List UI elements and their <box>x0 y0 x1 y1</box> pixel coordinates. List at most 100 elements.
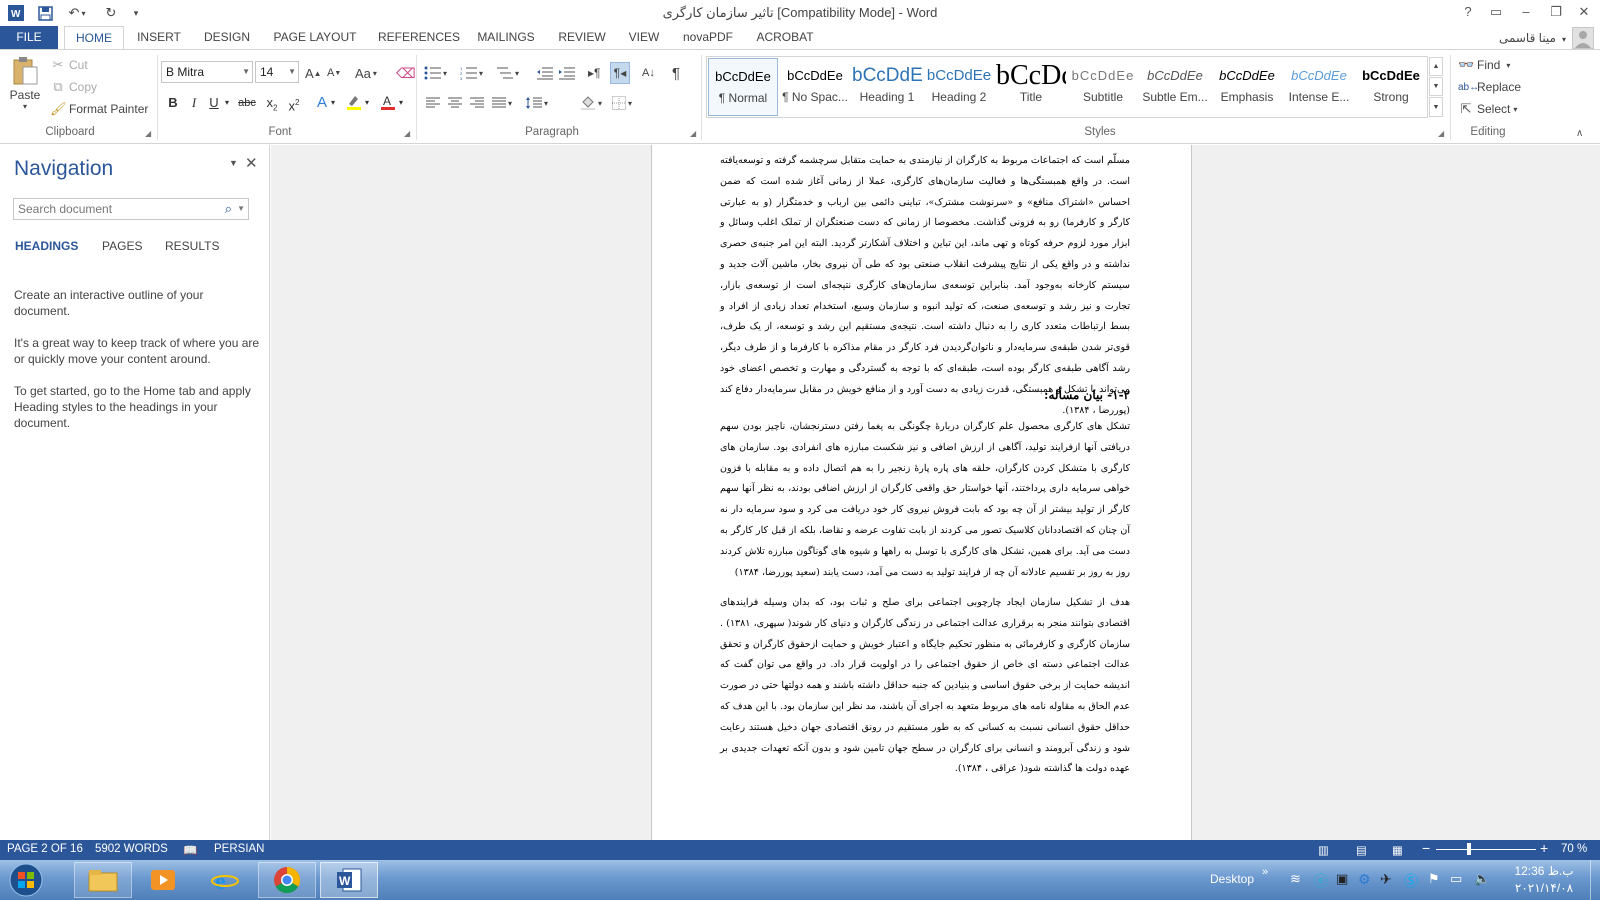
toolbar-expand-icon[interactable]: » <box>1262 866 1268 878</box>
proofing-icon[interactable]: 📖 <box>183 843 197 857</box>
web-layout-icon[interactable]: ▦ <box>1392 843 1403 857</box>
language[interactable]: PERSIAN <box>214 843 265 855</box>
italic-icon[interactable]: I <box>184 93 204 113</box>
tab-headings[interactable]: HEADINGS <box>15 239 78 253</box>
align-left-icon[interactable] <box>426 95 444 111</box>
strikethrough-icon[interactable]: abc <box>236 93 258 113</box>
font-color-icon[interactable]: A <box>378 93 398 113</box>
clock-time[interactable]: 12:36 ب.ظ <box>1500 864 1588 878</box>
tray-display-icon[interactable]: ▭ <box>1450 871 1462 887</box>
tray-volume-icon[interactable]: 🔈 <box>1474 871 1490 887</box>
zoom-level[interactable]: 70 % <box>1561 843 1587 855</box>
help-button[interactable]: ? <box>1456 2 1480 22</box>
desktop-toolbar-label[interactable]: Desktop <box>1210 872 1254 886</box>
zoom-in-icon[interactable]: + <box>1540 840 1548 856</box>
underline-dropdown-icon[interactable]: ▾ <box>222 93 232 113</box>
document-paragraph[interactable]: تشکل های کارگری محصول علم کارگران دربارۀ… <box>720 417 1130 583</box>
font-dialog-launcher-icon[interactable]: ◢ <box>404 129 410 138</box>
replace-button[interactable]: ab↔ Replace <box>1458 78 1521 96</box>
styles-more-icon[interactable]: ▼ <box>1429 97 1443 117</box>
media-player-icon[interactable] <box>134 862 192 898</box>
tray-monitor-icon[interactable]: ▣ <box>1336 871 1348 887</box>
align-right-icon[interactable] <box>470 95 488 111</box>
sort-icon[interactable]: A↓ <box>642 64 660 82</box>
word-count[interactable]: 5902 WORDS <box>95 843 168 855</box>
shrink-font-icon[interactable]: A ▼ <box>327 64 345 82</box>
tab-references[interactable]: REFERENCES <box>374 26 464 49</box>
tab-pages[interactable]: PAGES <box>102 239 142 253</box>
change-case-icon[interactable]: Aa ▾ <box>355 64 385 82</box>
close-icon[interactable]: ✕ <box>245 154 258 172</box>
nav-options-icon[interactable]: ▼ <box>229 158 238 168</box>
search-icon[interactable]: ⌕ <box>225 199 232 219</box>
tab-page-layout[interactable]: PAGE LAYOUT <box>268 26 362 49</box>
tab-design[interactable]: DESIGN <box>198 26 256 49</box>
clock-date[interactable]: ۲۰۲۱/۱۴/۰۸ <box>1500 881 1588 895</box>
font-name-combo[interactable]: B Mitra ▼ <box>161 61 253 83</box>
tray-skype-icon[interactable]: Ⓢ <box>1404 871 1418 891</box>
close-button[interactable]: ✕ <box>1572 2 1596 22</box>
clear-formatting-icon[interactable]: ⌫ <box>396 64 416 82</box>
copy-button[interactable]: ⧉ Copy <box>50 78 97 96</box>
justify-icon[interactable]: ▾ <box>492 95 518 111</box>
align-center-icon[interactable] <box>448 95 466 111</box>
superscript-icon[interactable]: x2 <box>284 93 304 113</box>
tray-network-icon[interactable]: ≋ <box>1290 871 1301 887</box>
rtl-direction-icon[interactable]: ¶◂ <box>610 62 630 84</box>
document-page[interactable]: مسلّم است که اجتماعات مربوط به کارگران ا… <box>651 145 1192 840</box>
ribbon-display-options-button[interactable]: ▭ <box>1484 2 1508 22</box>
font-size-combo[interactable]: 14 ▼ <box>255 61 299 83</box>
tray-tool-icon[interactable]: ✈ <box>1380 871 1392 888</box>
search-input[interactable]: Search document ⌕ ▼ <box>13 198 249 220</box>
tab-novapdf[interactable]: novaPDF <box>676 26 740 49</box>
tray-flag-icon[interactable]: ⚑ <box>1428 871 1440 887</box>
increase-indent-icon[interactable] <box>558 64 578 82</box>
font-color-dropdown-icon[interactable]: ▾ <box>396 93 406 113</box>
tab-insert[interactable]: INSERT <box>132 26 186 49</box>
show-desktop-button[interactable] <box>1590 860 1600 900</box>
start-button[interactable] <box>2 862 50 898</box>
tray-edge-icon[interactable]: ⓔ <box>1314 871 1328 891</box>
paste-button[interactable]: Paste ▾ <box>8 56 42 118</box>
tab-results[interactable]: RESULTS <box>165 239 219 253</box>
tab-file[interactable]: FILE <box>0 26 58 49</box>
decrease-indent-icon[interactable] <box>536 64 556 82</box>
collapse-ribbon-icon[interactable]: ∧ <box>1576 128 1583 139</box>
text-effects-dropdown-icon[interactable]: ▾ <box>328 93 338 113</box>
paragraph-dialog-launcher-icon[interactable]: ◢ <box>690 129 696 138</box>
highlight-dropdown-icon[interactable]: ▾ <box>362 93 372 113</box>
underline-icon[interactable]: U <box>204 93 224 113</box>
show-formatting-marks-icon[interactable]: ¶ <box>672 64 690 82</box>
bullets-icon[interactable]: ▾ <box>424 64 454 82</box>
style-emphasis[interactable]: bCcDdEe Emphasis <box>1212 58 1282 116</box>
style-strong[interactable]: bCcDdEe Strong <box>1356 58 1426 116</box>
subscript-icon[interactable]: x2 <box>262 93 282 113</box>
document-paragraph[interactable]: هدف از تشکیل سازمان ایجاد چارچوبی اجتماع… <box>720 593 1130 780</box>
tab-acrobat[interactable]: ACROBAT <box>752 26 818 49</box>
tab-home[interactable]: HOME <box>64 26 124 50</box>
line-spacing-icon[interactable]: ▾ <box>526 95 554 111</box>
style-normal[interactable]: bCcDdEe ¶ Normal <box>708 58 778 116</box>
internet-explorer-icon[interactable]: e <box>196 862 254 898</box>
styles-scroll-down-icon[interactable]: ▼ <box>1429 77 1443 96</box>
clipboard-dialog-launcher-icon[interactable]: ◢ <box>145 129 151 138</box>
style-heading-1[interactable]: bCcDdEe Heading 1 <box>852 58 922 116</box>
shading-icon[interactable]: ▾ <box>580 95 608 111</box>
page-count[interactable]: PAGE 2 OF 16 <box>7 843 83 855</box>
tray-settings-icon[interactable]: ⚙ <box>1358 871 1371 888</box>
bold-icon[interactable]: B <box>163 93 183 113</box>
file-explorer-icon[interactable] <box>74 862 132 898</box>
zoom-out-icon[interactable]: − <box>1422 840 1430 856</box>
word-taskbar-icon[interactable]: W <box>320 862 378 898</box>
style-title[interactable]: bCcDdEe Title <box>996 58 1066 116</box>
zoom-slider[interactable] <box>1436 843 1536 855</box>
read-mode-icon[interactable]: ▥ <box>1318 843 1329 857</box>
zoom-slider-thumb[interactable] <box>1467 843 1472 855</box>
document-heading[interactable]: ۱-۲- بیان مسأله: <box>720 388 1130 402</box>
highlight-icon[interactable] <box>344 93 364 113</box>
print-layout-icon[interactable]: ▤ <box>1356 843 1367 857</box>
styles-dialog-launcher-icon[interactable]: ◢ <box>1438 129 1444 138</box>
chevron-down-icon[interactable]: ▼ <box>237 199 245 219</box>
cut-button[interactable]: ✂ Cut <box>50 56 88 74</box>
style-intense-emphasis[interactable]: bCcDdEe Intense E... <box>1284 58 1354 116</box>
